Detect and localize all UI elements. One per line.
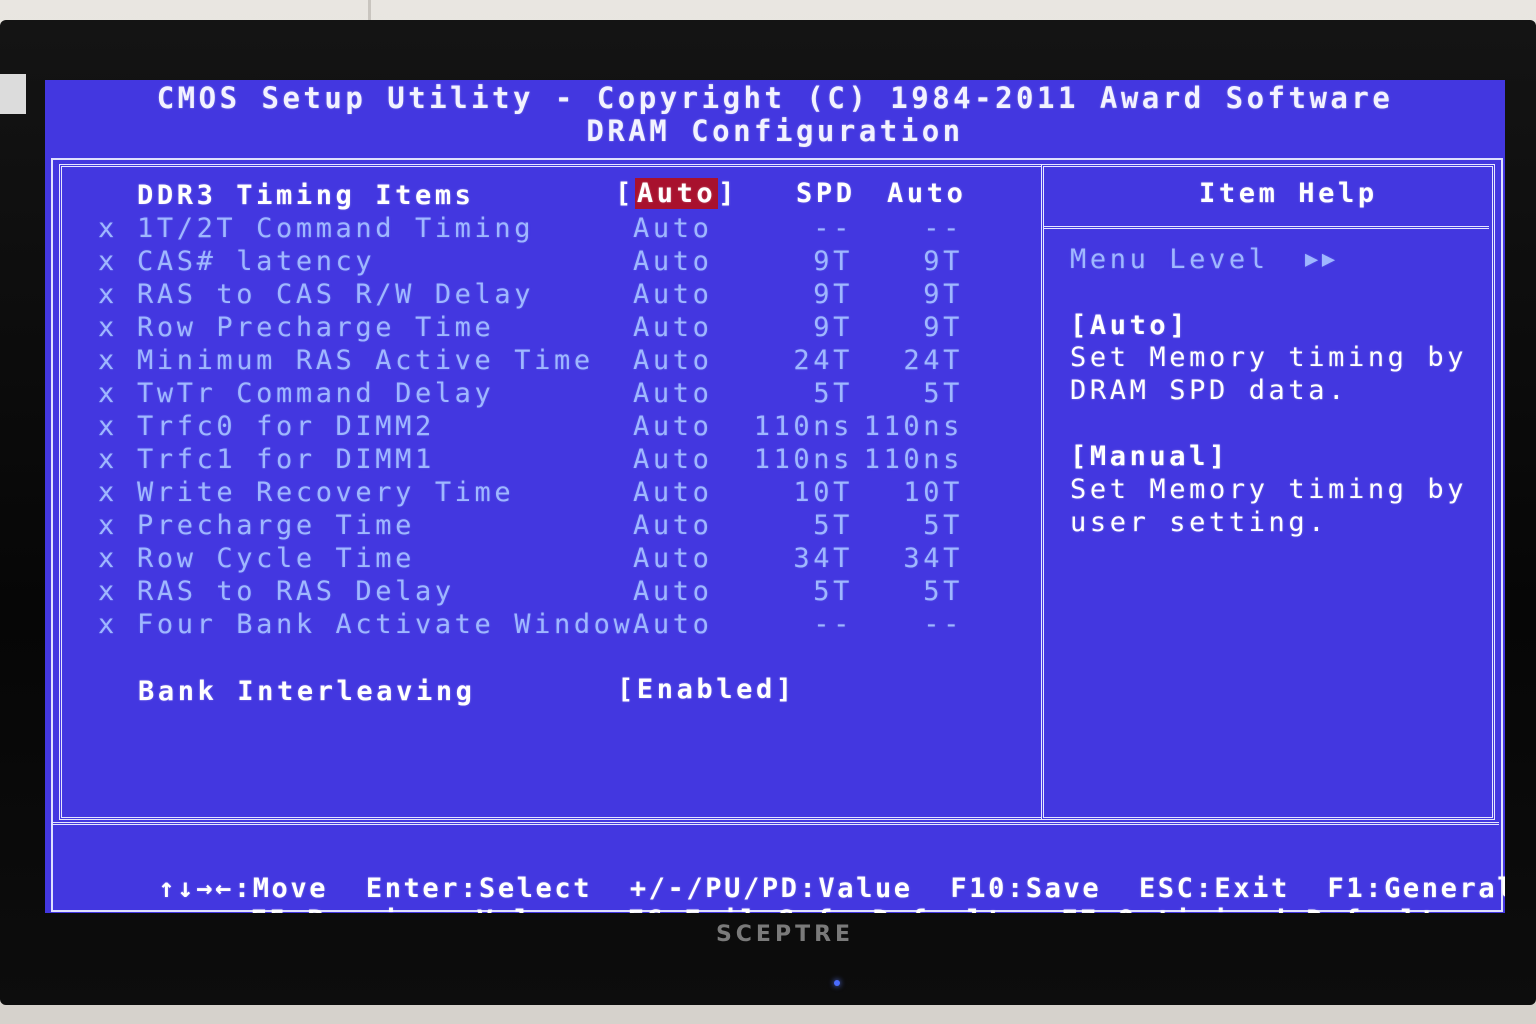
disabled-mark-icon: x xyxy=(98,312,118,343)
timing-row-auto: 5T xyxy=(923,576,963,607)
selected-value-auto[interactable]: [Auto] xyxy=(615,178,739,209)
timing-row-spd: 34T xyxy=(793,543,853,574)
help-divider xyxy=(1044,226,1489,229)
timing-row-spd: 110ns xyxy=(753,411,853,442)
bracket-right: ] xyxy=(718,178,739,209)
title-bar: CMOS Setup Utility - Copyright (C) 1984-… xyxy=(45,82,1505,148)
timing-row-auto: 5T xyxy=(923,378,963,409)
hint-f6-failsafe[interactable]: F6:Fail-Safe Defaults xyxy=(628,905,1024,914)
monitor-buttons xyxy=(700,968,890,986)
disabled-mark-icon: x xyxy=(98,444,118,475)
timing-row-auto: -- xyxy=(923,213,963,244)
timing-row-spd: 24T xyxy=(793,345,853,376)
help-manual-heading: [Manual] xyxy=(1070,441,1229,472)
timing-row-auto: 9T xyxy=(923,279,963,310)
timing-row-auto: 110ns xyxy=(863,444,963,475)
timing-row-auto: 34T xyxy=(903,543,963,574)
highlighted-auto[interactable]: Auto xyxy=(634,178,719,209)
timing-row-auto: 24T xyxy=(903,345,963,376)
timing-row-name[interactable]: Precharge Time xyxy=(137,511,415,541)
timing-row-value: Auto xyxy=(633,510,713,541)
timing-row-spd: 9T xyxy=(813,246,853,277)
footer-row-2: F5:Previous Values F6:Fail-Safe Defaults… xyxy=(175,876,1457,914)
menu-level-arrows-icon: ▶▶ xyxy=(1305,247,1339,272)
timing-row-name[interactable]: CAS# latency xyxy=(137,247,375,277)
disabled-mark-icon: x xyxy=(98,411,118,442)
monitor-brand-logo: SCEPTRE xyxy=(715,922,855,947)
bios-screen: CMOS Setup Utility - Copyright (C) 1984-… xyxy=(45,80,1505,913)
os-sticker xyxy=(0,74,26,114)
timing-row-value: Auto xyxy=(633,576,713,607)
timing-row-value: Auto xyxy=(633,312,713,343)
timing-row-name[interactable]: TwTr Command Delay xyxy=(137,379,494,409)
disabled-mark-icon: x xyxy=(98,510,118,541)
timing-row-value: Auto xyxy=(633,279,713,310)
help-auto-line1: Set Memory timing by xyxy=(1070,342,1468,373)
help-auto-heading: [Auto] xyxy=(1070,310,1190,341)
timing-row-name[interactable]: Row Cycle Time xyxy=(137,544,415,574)
timing-row-name[interactable]: 1T/2T Command Timing xyxy=(137,214,534,244)
timing-row-name[interactable]: Four Bank Activate Window xyxy=(137,610,633,640)
hint-f5-previous[interactable]: F5:Previous Values xyxy=(250,905,589,914)
timing-row-auto: 9T xyxy=(923,246,963,277)
timing-row-name[interactable]: Minimum RAS Active Time xyxy=(137,346,594,376)
timing-row-name[interactable]: RAS to RAS Delay xyxy=(137,577,455,607)
menu-level-label: Menu Level xyxy=(1070,244,1269,275)
bank-interleaving-value[interactable]: [Enabled] xyxy=(617,675,796,705)
timing-row-spd: 5T xyxy=(813,510,853,541)
timing-row-value: Auto xyxy=(633,444,713,475)
timing-row-value: Auto xyxy=(633,477,713,508)
timing-row-spd: 5T xyxy=(813,378,853,409)
timing-row-name[interactable]: Trfc0 for DIMM2 xyxy=(137,412,435,442)
timing-row-name[interactable]: Write Recovery Time xyxy=(137,478,514,508)
timing-row-value: Auto xyxy=(633,246,713,277)
disabled-mark-icon: x xyxy=(98,543,118,574)
title-line-1: CMOS Setup Utility - Copyright (C) 1984-… xyxy=(156,81,1394,115)
timing-row-value: Auto xyxy=(633,609,713,640)
timing-row-spd: -- xyxy=(813,213,853,244)
power-led-icon xyxy=(834,980,840,986)
timing-row-spd: 10T xyxy=(793,477,853,508)
disabled-mark-icon: x xyxy=(98,609,118,640)
timing-row-value: Auto xyxy=(633,543,713,574)
help-manual-line2: user setting. xyxy=(1070,507,1329,538)
timing-row-auto: 5T xyxy=(923,510,963,541)
disabled-mark-icon: x xyxy=(98,345,118,376)
timing-row-value: Auto xyxy=(633,213,713,244)
bracket-left: [ xyxy=(615,178,635,209)
timing-row-spd: 9T xyxy=(813,312,853,343)
section-title: DDR3 Timing Items xyxy=(137,180,475,211)
disabled-mark-icon: x xyxy=(98,477,118,508)
timing-row-value: Auto xyxy=(633,378,713,409)
disabled-mark-icon: x xyxy=(98,279,118,310)
help-title: Item Help xyxy=(1199,178,1378,209)
bank-interleaving-label[interactable]: Bank Interleaving xyxy=(138,677,476,707)
timing-row-spd: -- xyxy=(813,609,853,640)
timing-row-name[interactable]: Trfc1 for DIMM1 xyxy=(137,445,435,475)
timing-row-auto: 10T xyxy=(903,477,963,508)
disabled-mark-icon: x xyxy=(98,246,118,277)
timing-row-spd: 110ns xyxy=(753,444,853,475)
disabled-mark-icon: x xyxy=(98,378,118,409)
timing-row-spd: 5T xyxy=(813,576,853,607)
hint-f7-optimized[interactable]: F7:Optimized Defaults xyxy=(1061,905,1457,914)
col-header-auto: Auto xyxy=(887,178,967,209)
col-header-spd: SPD xyxy=(796,178,856,209)
disabled-mark-icon: x xyxy=(98,213,118,244)
footer-divider xyxy=(51,822,1499,825)
disabled-mark-icon: x xyxy=(98,576,118,607)
help-auto-line2: DRAM SPD data. xyxy=(1070,375,1348,406)
timing-row-value: Auto xyxy=(633,345,713,376)
timing-row-spd: 9T xyxy=(813,279,853,310)
help-manual-line1: Set Memory timing by xyxy=(1070,474,1468,505)
timing-row-name[interactable]: RAS to CAS R/W Delay xyxy=(137,280,534,310)
timing-row-name[interactable]: Row Precharge Time xyxy=(137,313,494,343)
timing-row-auto: 110ns xyxy=(863,411,963,442)
timing-row-value: Auto xyxy=(633,411,713,442)
title-line-2: DRAM Configuration xyxy=(586,114,964,148)
timing-row-auto: 9T xyxy=(923,312,963,343)
timing-row-auto: -- xyxy=(923,609,963,640)
